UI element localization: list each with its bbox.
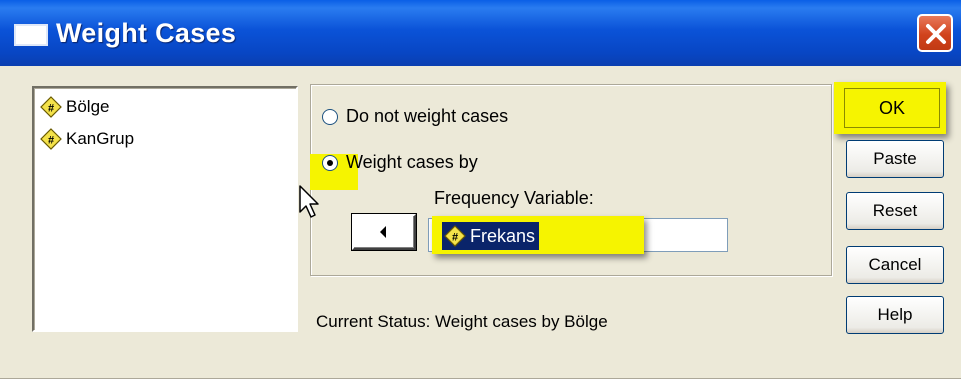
- variable-name: KanGrup: [66, 129, 135, 148]
- dialog-body: # Bölge # KanGrup Do not weight cases We…: [4, 66, 957, 378]
- numeric-variable-icon: #: [444, 225, 466, 247]
- source-variable-list[interactable]: # Bölge # KanGrup: [32, 86, 298, 332]
- variable-name: Bölge: [66, 97, 110, 116]
- title-bar[interactable]: Weight Cases: [0, 0, 961, 66]
- bottom-edge: [0, 378, 961, 383]
- radio-label: Do not weight cases: [346, 106, 509, 126]
- weight-cases-dialog: Weight Cases # Bölge # KanGrup Do not we…: [0, 0, 961, 383]
- close-icon: [926, 24, 946, 44]
- radio-circle-icon: [322, 108, 338, 125]
- help-button[interactable]: Help: [846, 296, 944, 334]
- window-icon: [14, 24, 48, 46]
- numeric-variable-icon: #: [40, 128, 62, 150]
- frequency-variable-value: Frekans: [470, 225, 536, 246]
- reset-button[interactable]: Reset: [846, 192, 944, 230]
- svg-text:#: #: [48, 103, 54, 115]
- paste-button[interactable]: Paste: [846, 140, 944, 178]
- cancel-button[interactable]: Cancel: [846, 246, 944, 284]
- frequency-selected-item[interactable]: # Frekans: [442, 222, 540, 250]
- frequency-variable-label: Frequency Variable:: [434, 188, 594, 208]
- window-title: Weight Cases: [56, 18, 237, 48]
- radio-do-not-weight[interactable]: Do not weight cases: [322, 106, 508, 127]
- radio-weight-cases-by[interactable]: Weight cases by: [322, 152, 478, 173]
- list-item[interactable]: # KanGrup: [40, 126, 134, 152]
- ok-button[interactable]: OK: [844, 88, 940, 128]
- radio-checked-icon: [322, 154, 338, 171]
- mouse-pointer-icon: [299, 185, 319, 218]
- current-status-text: Current Status: Weight cases by Bölge: [316, 312, 608, 331]
- radio-label: Weight cases by: [346, 152, 478, 172]
- svg-text:#: #: [452, 232, 458, 244]
- arrow-left-icon: [380, 226, 386, 238]
- svg-text:#: #: [48, 135, 54, 147]
- numeric-variable-icon: #: [40, 96, 62, 118]
- close-button[interactable]: [917, 14, 953, 52]
- list-item[interactable]: # Bölge: [40, 94, 109, 120]
- move-variable-button[interactable]: [352, 214, 416, 250]
